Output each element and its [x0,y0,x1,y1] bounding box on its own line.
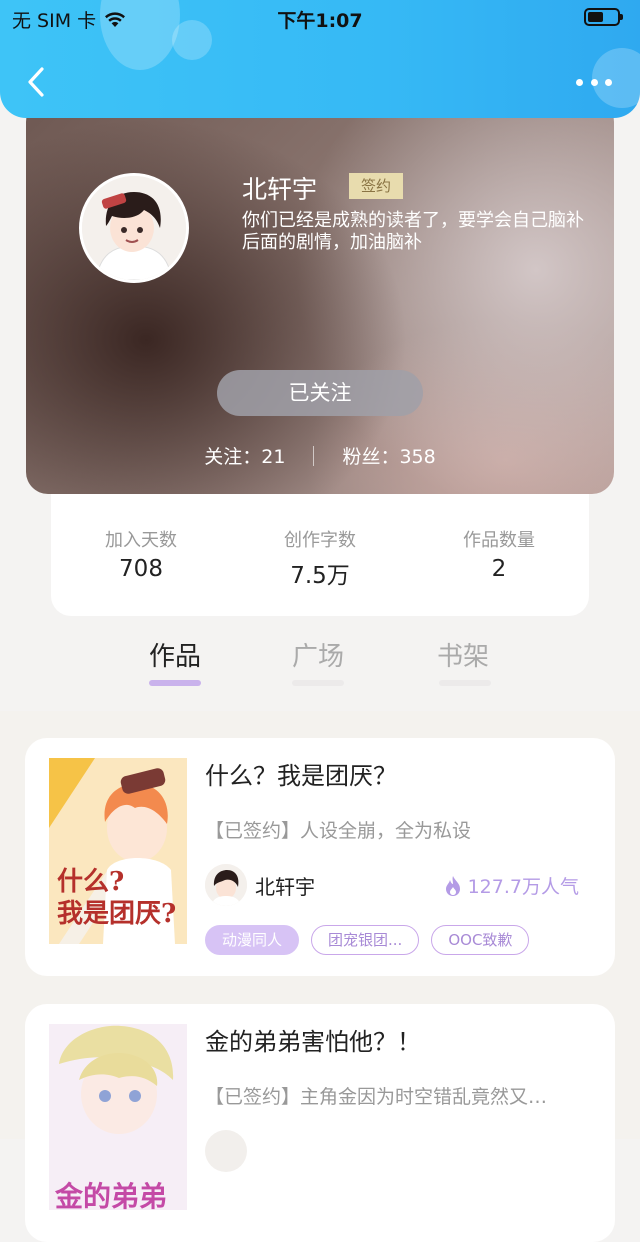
divider [313,445,315,466]
tab-square[interactable]: 广场 [268,636,368,673]
stat-value: 7.5万 [290,563,350,589]
tag[interactable]: 团宠银团... [311,925,420,955]
status-time: 下午1:07 [277,10,363,32]
tag[interactable]: 动漫同人 [205,925,300,955]
stat-value: 708 [119,556,163,582]
fans-count[interactable]: 粉丝：358 [342,442,435,469]
tab-indicator [149,680,201,686]
book-card[interactable]: 金的弟弟 金的弟弟害怕他？！ 【已签约】主角金因为时空错乱竟然又… [25,1004,615,1242]
top-bar: 无 SIM 卡 下午1:07 [0,0,640,118]
stat-join-days: 加入天数 708 [51,526,231,582]
more-button[interactable] [576,76,612,88]
tab-works[interactable]: 作品 [125,636,225,673]
book-author[interactable]: 北轩宇 [205,864,315,906]
popularity-value: 127.7万人气 [467,876,579,898]
follow-stats: 关注：21 粉丝：358 [26,442,614,469]
tab-indicator [439,680,491,686]
tab-bookshelf[interactable]: 书架 [413,636,513,673]
book-cover[interactable]: 金的弟弟 [49,1024,187,1210]
author-bio: 你们已经是成熟的读者了，要学会自己脑补后面的剧情，加油脑补 [242,210,584,253]
battery-icon [584,8,623,26]
book-title[interactable]: 什么？我是团厌？ [205,756,397,791]
chevron-left-icon [28,67,44,97]
more-dots-icon [576,78,583,86]
tag-list: 动漫同人 团宠银团... OOC致歉 [205,925,530,955]
cover-title-line1: 什么? [57,867,124,897]
cover-illustration: 什么? 我是团厌? [49,758,187,944]
book-author[interactable] [205,1130,247,1172]
stat-value: 2 [491,556,507,582]
author-name: 北轩宇 [255,874,315,899]
cover-illustration: 金的弟弟 [49,1024,187,1210]
stat-label: 作品数量 [463,530,535,551]
flame-icon [445,875,460,896]
book-description: 【已签约】人设全崩，全为私设 [205,820,472,842]
avatar-illustration [82,176,186,280]
author-avatar [205,1130,247,1172]
author-name: 北轩宇 [242,175,318,204]
back-button[interactable] [26,66,46,98]
stat-works-count: 作品数量 2 [409,526,589,582]
book-cover[interactable]: 什么? 我是团厌? [49,758,187,944]
signed-badge: 签约 [349,173,403,199]
tag[interactable]: OOC致歉 [431,925,530,955]
following-count[interactable]: 关注：21 [204,442,285,469]
profile-header: 北轩宇 签约 你们已经是成熟的读者了，要学会自己脑补后面的剧情，加油脑补 已关注… [26,100,614,494]
popularity: 127.7万人气 [444,872,579,899]
book-description: 【已签约】主角金因为时空错乱竟然又… [205,1086,548,1108]
stat-label: 加入天数 [105,530,177,551]
book-title[interactable]: 金的弟弟害怕他？！ [205,1022,421,1057]
book-card[interactable]: 什么? 我是团厌? 什么？我是团厌？ 【已签约】人设全崩，全为私设 北轩宇 12… [25,738,615,976]
author-avatar [205,864,247,906]
cover-title-line2: 我是团厌? [57,899,176,929]
stat-word-count: 创作字数 7.5万 [230,526,410,590]
avatar[interactable] [79,173,189,283]
stat-label: 创作字数 [284,530,356,551]
tab-indicator [292,680,344,686]
cover-title: 金的弟弟 [54,1180,167,1210]
follow-button[interactable]: 已关注 [217,370,423,416]
